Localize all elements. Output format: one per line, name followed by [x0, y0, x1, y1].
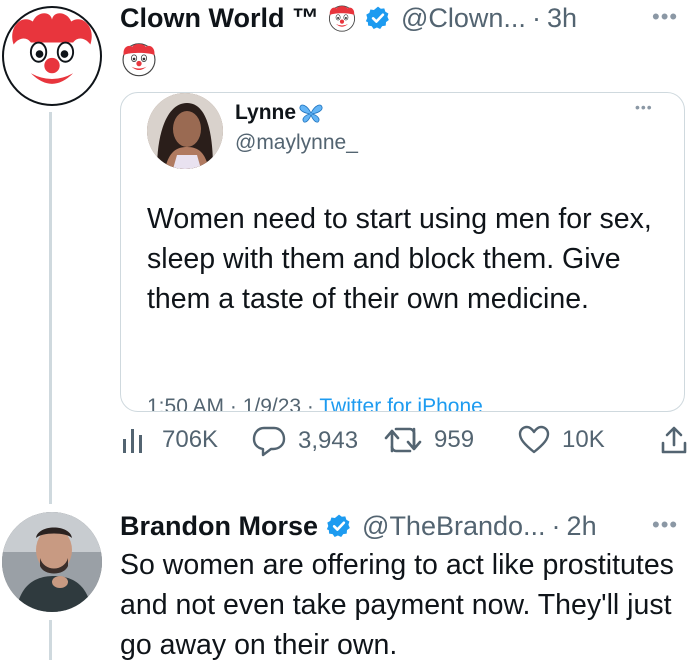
quoted-tweet-text: Women need to start using men for sex, s…	[147, 203, 652, 315]
more-options-icon[interactable]: •••	[652, 512, 678, 538]
tweet-time[interactable]: 2h	[567, 511, 597, 542]
reply-icon	[252, 426, 286, 457]
clown-avatar[interactable]	[2, 6, 102, 106]
separator-dot: ·	[551, 510, 561, 541]
retweet-icon	[384, 427, 422, 453]
clown-face-emoji	[122, 43, 156, 77]
author-name[interactable]: Brandon Morse	[120, 511, 318, 542]
verified-badge-icon	[365, 6, 389, 29]
quoted-timestamp: 1:50 AM · 1/9/23 ·	[147, 395, 320, 412]
tweet-time[interactable]: 3h	[547, 3, 577, 34]
quoted-author-avatar[interactable]	[147, 93, 223, 169]
thread-line-top	[49, 112, 52, 504]
butterfly-icon	[299, 104, 323, 123]
clown-face-icon	[7, 11, 97, 101]
tweet2-text: So women are offering to act like prosti…	[120, 549, 674, 661]
like-action[interactable]: 10K	[518, 425, 605, 455]
heart-icon	[518, 425, 550, 454]
views-count: 706K	[162, 426, 219, 453]
author-handle[interactable]: @TheBrando...	[362, 511, 546, 542]
more-options-icon[interactable]: •••	[652, 4, 678, 30]
views-icon	[123, 429, 142, 453]
author-name[interactable]: Clown World ™	[120, 3, 319, 34]
person-photo-icon	[2, 512, 102, 612]
brandon-avatar[interactable]	[2, 512, 102, 612]
quoted-author-handle[interactable]: @maylynne_	[235, 131, 358, 155]
share-icon	[661, 426, 687, 454]
quoted-author-name[interactable]: Lynne	[235, 101, 296, 125]
person-photo-icon	[147, 93, 223, 169]
share-action[interactable]	[660, 425, 688, 455]
reply-count: 3,943	[298, 427, 359, 454]
clown-face-emoji	[328, 5, 356, 32]
thread-line-bottom	[49, 620, 52, 660]
quoted-more-options-icon[interactable]: •••	[635, 99, 653, 115]
author-handle[interactable]: @Clown...	[401, 3, 526, 34]
tweet2-header: Brandon Morse @TheBrando... · 2h	[120, 508, 597, 544]
quoted-header: Lynne @maylynne_	[235, 101, 358, 155]
views-action[interactable]: 706K	[120, 425, 218, 455]
tweet1-header: Clown World ™ @Clown... · 3h	[120, 0, 577, 36]
quoted-client-link[interactable]: Twitter for iPhone	[319, 395, 482, 411]
verified-badge-icon	[326, 514, 350, 537]
quoted-tweet-card[interactable]: Lynne @maylynne_ ••• Women need to start…	[120, 92, 685, 412]
retweet-count: 959	[434, 426, 475, 453]
separator-dot: ·	[531, 2, 541, 33]
like-count: 10K	[562, 426, 605, 453]
retweet-action[interactable]: 959	[384, 425, 474, 455]
quoted-meta: 1:50 AM · 1/9/23 · Twitter for iPhone	[147, 395, 483, 412]
reply-action[interactable]: 3,943	[252, 425, 358, 457]
